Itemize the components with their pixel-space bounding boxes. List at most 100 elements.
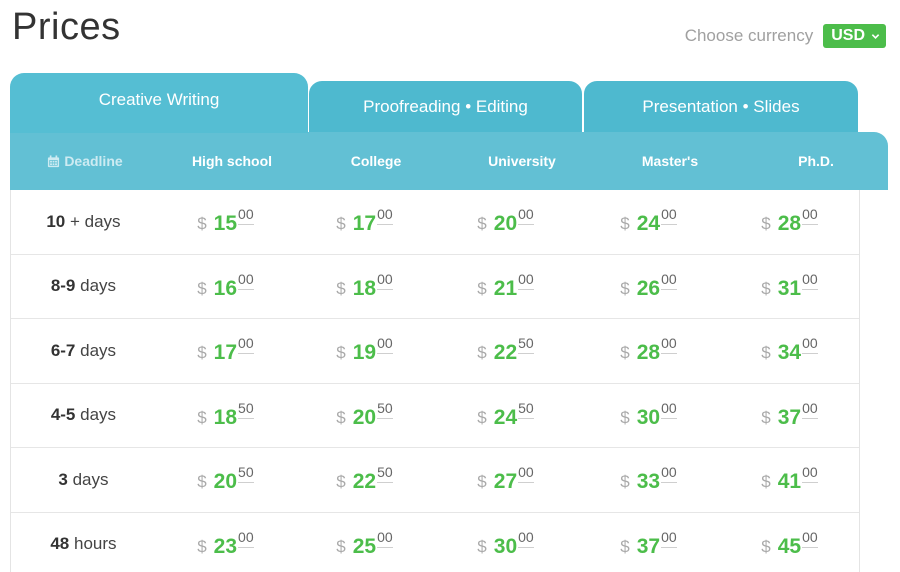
price: $17 00 bbox=[336, 207, 393, 236]
price-cents: 00 bbox=[661, 465, 677, 484]
price-amount: 19 bbox=[352, 341, 377, 365]
table-header: Deadline High school College University … bbox=[10, 132, 888, 190]
price-amount: 24 bbox=[493, 405, 518, 429]
currency-symbol: $ bbox=[336, 536, 346, 556]
deadline-cell: 10 + days bbox=[11, 212, 156, 232]
price-cell: $21 00 bbox=[434, 271, 577, 301]
price-amount: 28 bbox=[636, 341, 661, 365]
price-amount: 23 bbox=[213, 534, 238, 558]
price-amount: 18 bbox=[213, 405, 238, 429]
price-cents: 00 bbox=[802, 336, 818, 355]
deadline-cell: 4-5 days bbox=[11, 405, 156, 425]
table-row: 8-9 days $16 00 $18 00 $21 00 $26 00 $31 00 bbox=[11, 255, 859, 319]
price-cell: $20 50 bbox=[295, 400, 434, 430]
price-cell: $41 00 bbox=[720, 465, 859, 494]
page-title: Prices bbox=[12, 6, 121, 48]
price: $37 00 bbox=[761, 400, 818, 430]
currency-symbol: $ bbox=[336, 407, 346, 427]
deadline-number: 8-9 bbox=[50, 276, 76, 296]
currency-symbol: $ bbox=[620, 343, 630, 363]
tab-presentation-slides[interactable]: Presentation • Slides bbox=[583, 80, 859, 133]
price: $15 00 bbox=[197, 207, 254, 236]
price-cell: $28 00 bbox=[720, 207, 859, 236]
tab-creative-writing[interactable]: Creative Writing bbox=[10, 73, 308, 133]
price: $17 00 bbox=[197, 336, 254, 365]
price-cell: $24 50 bbox=[434, 400, 577, 430]
price-table: Deadline High school College University … bbox=[10, 132, 888, 572]
price-cents: 00 bbox=[661, 400, 677, 419]
price-cents: 00 bbox=[661, 271, 677, 290]
table-row: 48 hours $23 00 $25 00 $30 00 $37 00 $45 00 bbox=[11, 513, 859, 572]
currency-symbol: $ bbox=[477, 472, 487, 492]
price-cell: $22 50 bbox=[295, 465, 434, 494]
price-amount: 37 bbox=[636, 534, 661, 558]
price-amount: 30 bbox=[493, 534, 518, 558]
currency-symbol: $ bbox=[620, 472, 630, 492]
calendar-icon bbox=[48, 154, 60, 167]
price-cents: 50 bbox=[518, 400, 534, 419]
price-cents: 00 bbox=[518, 465, 534, 484]
price: $28 00 bbox=[620, 336, 677, 365]
price: $23 00 bbox=[197, 529, 254, 559]
price-amount: 30 bbox=[636, 405, 661, 429]
price-cents: 00 bbox=[518, 529, 534, 548]
deadline-unit: days bbox=[80, 340, 117, 360]
currency-symbol: $ bbox=[477, 343, 487, 363]
price-amount: 26 bbox=[636, 276, 661, 300]
price-cell: $18 00 bbox=[295, 271, 434, 301]
price-amount: 21 bbox=[493, 276, 518, 300]
currency-symbol: $ bbox=[477, 407, 487, 427]
price: $34 00 bbox=[761, 336, 818, 365]
price-cell: $45 00 bbox=[720, 529, 859, 559]
deadline-cell: 8-9 days bbox=[11, 276, 156, 296]
price-amount: 20 bbox=[213, 470, 238, 494]
price-amount: 28 bbox=[777, 212, 802, 236]
price-cell: $20 50 bbox=[156, 465, 295, 494]
price-amount: 17 bbox=[352, 212, 377, 236]
price: $20 50 bbox=[336, 400, 393, 430]
deadline-cell: 6-7 days bbox=[11, 341, 156, 361]
table-row: 10 + days $15 00 $17 00 $20 00 $24 00 $28 00 bbox=[11, 190, 859, 255]
price-amount: 41 bbox=[777, 470, 802, 494]
price-cell: $19 00 bbox=[295, 336, 434, 365]
price-cell: $18 50 bbox=[156, 400, 295, 430]
price-cents: 00 bbox=[238, 529, 254, 548]
price-cents: 00 bbox=[802, 529, 818, 548]
currency-symbol: $ bbox=[761, 343, 771, 363]
price: $33 00 bbox=[620, 465, 677, 494]
currency-symbol: $ bbox=[197, 343, 207, 363]
deadline-number: 4-5 bbox=[50, 405, 76, 425]
price-amount: 22 bbox=[352, 470, 377, 494]
price-cell: $22 50 bbox=[434, 336, 577, 365]
price-amount: 34 bbox=[777, 341, 802, 365]
price-cell: $37 00 bbox=[577, 529, 720, 559]
price-amount: 33 bbox=[636, 470, 661, 494]
price-cell: $30 00 bbox=[577, 400, 720, 430]
price-amount: 18 bbox=[352, 276, 377, 300]
price: $31 00 bbox=[761, 271, 818, 301]
deadline-cell: 48 hours bbox=[11, 534, 156, 554]
currency-value: USD bbox=[831, 27, 865, 44]
deadline-number: 48 bbox=[50, 534, 70, 554]
price-cell: $28 00 bbox=[577, 336, 720, 365]
currency-symbol: $ bbox=[620, 536, 630, 556]
price: $20 50 bbox=[197, 465, 254, 494]
price-cents: 00 bbox=[661, 336, 677, 355]
deadline-unit: days bbox=[72, 469, 109, 489]
price-cell: $25 00 bbox=[295, 529, 434, 559]
price-cell: $23 00 bbox=[156, 529, 295, 559]
price-amount: 20 bbox=[493, 212, 518, 236]
deadline-number: 10 bbox=[46, 211, 66, 231]
currency-symbol: $ bbox=[761, 407, 771, 427]
price-cents: 00 bbox=[802, 207, 818, 226]
currency-dropdown[interactable]: USD bbox=[823, 24, 886, 48]
tab-proofreading-editing[interactable]: Proofreading • Editing bbox=[308, 80, 583, 133]
price-cell: $31 00 bbox=[720, 271, 859, 301]
price-cents: 00 bbox=[238, 271, 254, 290]
price-cents: 00 bbox=[377, 336, 393, 355]
deadline-number: 3 bbox=[58, 469, 68, 489]
header-masters: Master's bbox=[641, 153, 699, 169]
currency-symbol: $ bbox=[197, 472, 207, 492]
price-cents: 00 bbox=[377, 271, 393, 290]
price-cell: $24 00 bbox=[577, 207, 720, 236]
